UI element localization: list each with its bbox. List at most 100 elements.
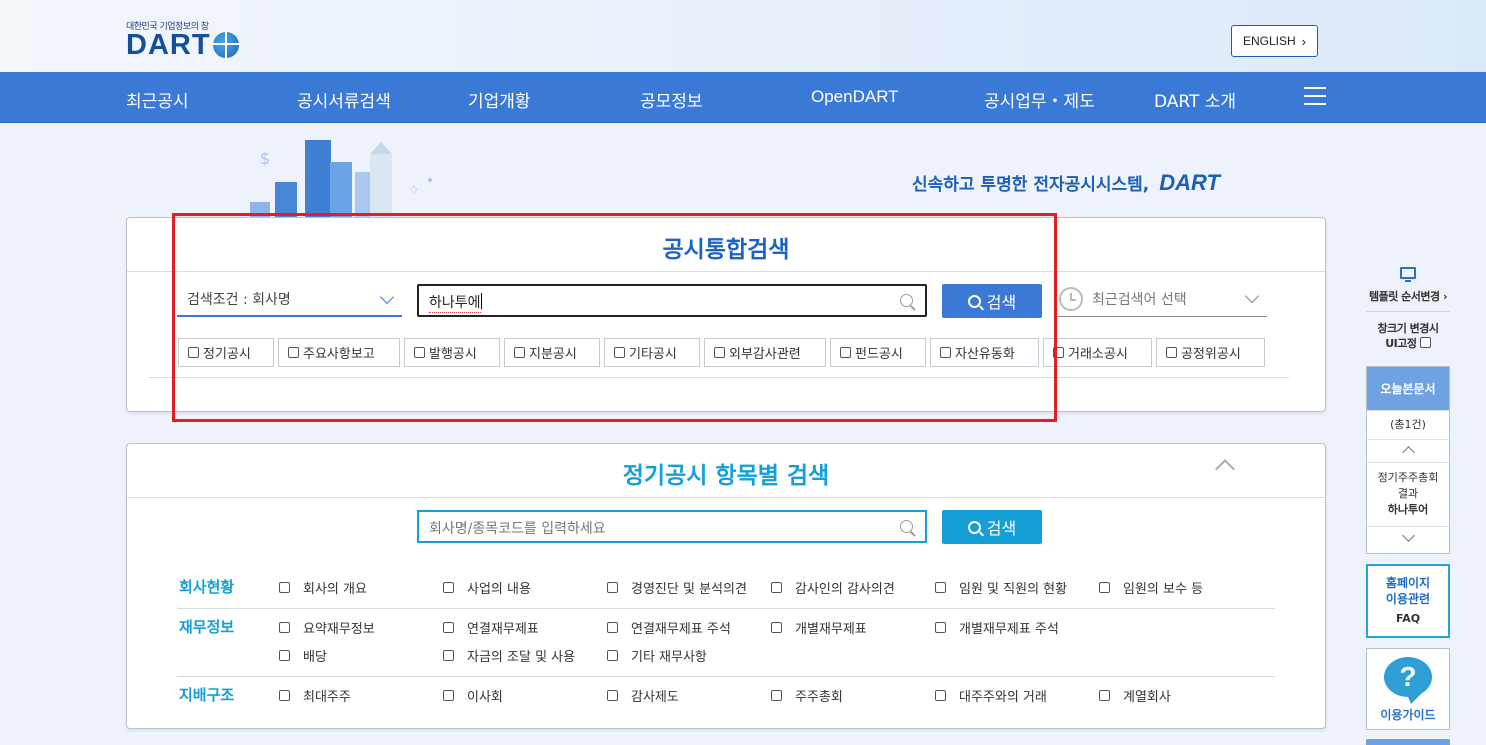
checkbox[interactable] <box>1166 347 1177 358</box>
chevron-down-icon <box>1401 529 1415 542</box>
option-company-overview[interactable]: 회사의 개요 <box>279 578 367 597</box>
recent-doc-item[interactable]: 정기주주총회 결과 하나투어 <box>1367 462 1449 526</box>
ui-fix-toggle[interactable]: 창크기 변경시 UI고정 <box>1366 321 1450 351</box>
svg-text:$: $ <box>260 149 270 168</box>
english-label: ENGLISH <box>1242 34 1296 48</box>
panel-divider <box>127 497 1325 498</box>
checkbox[interactable] <box>771 582 782 593</box>
periodic-search-button[interactable]: 검색 <box>942 510 1042 544</box>
checkbox[interactable] <box>607 622 618 633</box>
option-label: 임원의 보수 등 <box>1123 582 1204 597</box>
checkbox[interactable] <box>935 622 946 633</box>
question-icon: ? <box>1384 657 1432 704</box>
option-label: 계열회사 <box>1123 690 1171 705</box>
hero-slogan: 신속하고 투명한 전자공시시스템, DART <box>912 170 1220 196</box>
option-label: 연결재무제표 <box>467 622 539 637</box>
checkbox[interactable] <box>443 582 454 593</box>
ui-fix-label: 창크기 변경시 <box>1377 322 1439 335</box>
checkbox[interactable] <box>279 650 290 661</box>
recent-doc-title: 결과 <box>1397 487 1419 500</box>
option-label: 경영진단 및 분석의견 <box>631 582 747 597</box>
category-governance: 지배구조 <box>179 686 235 704</box>
faq-line: 이용관련 <box>1385 592 1431 606</box>
checkbox[interactable] <box>279 582 290 593</box>
option-executive-pay[interactable]: 임원의 보수 등 <box>1099 578 1203 597</box>
checkbox[interactable] <box>771 622 782 633</box>
checkbox[interactable] <box>771 690 782 701</box>
option-auditor-opinion[interactable]: 감사인의 감사의견 <box>771 578 895 597</box>
english-button[interactable]: ENGLISH › <box>1231 25 1318 57</box>
filter-ftc[interactable]: 공정위공시 <box>1156 338 1265 367</box>
city-illustration: $ ◇ <box>250 140 432 222</box>
option-label: 최대주주 <box>303 690 351 705</box>
checkbox[interactable] <box>607 690 618 701</box>
option-label: 배당 <box>303 650 327 665</box>
recently-viewed-count: (총1건) <box>1367 410 1449 439</box>
option-separate-fs[interactable]: 개별재무제표 <box>771 618 867 637</box>
user-guide-button[interactable]: ? 이용가이드 <box>1366 648 1450 730</box>
top-header: 대한민국 기업정보의 창 DART ENGLISH › <box>0 0 1486 72</box>
dart-logo[interactable]: 대한민국 기업정보의 창 DART <box>126 19 239 60</box>
slogan-brand: DART <box>1159 170 1220 195</box>
recent-doc-title: 정기주주총회 <box>1377 471 1439 484</box>
nav-about-dart[interactable]: DART 소개 <box>1154 87 1236 112</box>
slogan-text: 신속하고 투명한 전자공시시스템, <box>912 175 1150 195</box>
option-label: 감사인의 감사의견 <box>795 582 895 597</box>
option-consolidated-fs[interactable]: 연결재무제표 <box>443 618 539 637</box>
option-major-shareholder-transactions[interactable]: 대주주와의 거래 <box>935 686 1047 705</box>
nav-offering-info[interactable]: 공모정보 <box>640 87 703 112</box>
checkbox[interactable] <box>279 690 290 701</box>
checkbox[interactable] <box>443 622 454 633</box>
nav-opendart[interactable]: OpenDART <box>811 87 899 107</box>
checkbox[interactable] <box>1419 337 1431 348</box>
option-executives-staff[interactable]: 임원 및 직원의 현황 <box>935 578 1067 597</box>
faq-button[interactable]: 홈페이지 이용관련 FAQ <box>1366 564 1450 638</box>
option-other-financial[interactable]: 기타 재무사항 <box>607 646 707 665</box>
checkbox[interactable] <box>279 622 290 633</box>
recent-search-select[interactable]: 최근검색어 선택 <box>1057 284 1267 317</box>
filter-exchange[interactable]: 거래소공시 <box>1043 338 1152 367</box>
option-largest-shareholder[interactable]: 최대주주 <box>279 686 351 705</box>
template-order-button[interactable]: 템플릿 순서변경 › <box>1366 288 1450 304</box>
checkbox[interactable] <box>1099 582 1110 593</box>
option-separate-fs-notes[interactable]: 개별재무제표 주석 <box>935 618 1059 637</box>
checkbox[interactable] <box>1099 690 1110 701</box>
checkbox[interactable] <box>443 690 454 701</box>
nav-disclosure-system[interactable]: 공시업무・제도 <box>984 87 1095 112</box>
checkbox[interactable] <box>607 650 618 661</box>
option-label: 임원 및 직원의 현황 <box>959 582 1068 597</box>
checkbox[interactable] <box>443 650 454 661</box>
checkbox[interactable] <box>935 582 946 593</box>
recently-viewed-header[interactable]: 오늘본문서 <box>1367 367 1449 410</box>
quickbar-divider <box>1366 311 1450 312</box>
option-dividend[interactable]: 배당 <box>279 646 327 665</box>
option-shareholder-meeting[interactable]: 주주총회 <box>771 686 843 705</box>
periodic-input-placeholder: 회사명/종목코드를 입력하세요 <box>429 521 606 537</box>
category-financial-info: 재무정보 <box>179 618 235 636</box>
option-board[interactable]: 이사회 <box>443 686 503 705</box>
row-divider <box>177 608 1275 609</box>
option-audit-system[interactable]: 감사제도 <box>607 686 679 705</box>
option-consolidated-fs-notes[interactable]: 연결재무제표 주석 <box>607 618 731 637</box>
scroll-up-button[interactable] <box>1367 439 1449 462</box>
hamburger-menu-icon[interactable] <box>1304 87 1326 105</box>
option-management-analysis[interactable]: 경영진단 및 분석의견 <box>607 578 747 597</box>
scroll-down-button[interactable] <box>1367 526 1449 551</box>
recent-search-placeholder: 최근검색어 선택 <box>1092 292 1187 308</box>
option-summary-financials[interactable]: 요약재무정보 <box>279 618 375 637</box>
checkbox[interactable] <box>607 582 618 593</box>
option-business-content[interactable]: 사업의 내용 <box>443 578 531 597</box>
option-label: 감사제도 <box>631 690 679 705</box>
option-funding-usage[interactable]: 자금의 조달 및 사용 <box>443 646 575 665</box>
faq-line: 홈페이지 <box>1385 576 1431 590</box>
periodic-company-input[interactable]: 회사명/종목코드를 입력하세요 <box>417 510 927 543</box>
nav-recent-disclosure[interactable]: 최근공시 <box>126 87 189 112</box>
checkbox[interactable] <box>935 690 946 701</box>
quickbar-next-item[interactable] <box>1366 739 1450 745</box>
option-affiliates[interactable]: 계열회사 <box>1099 686 1171 705</box>
option-label: 연결재무제표 주석 <box>631 622 731 637</box>
nav-company-overview[interactable]: 기업개황 <box>468 87 531 112</box>
periodic-search-title: 정기공시 항목별 검색 <box>622 463 830 489</box>
nav-document-search[interactable]: 공시서류검색 <box>297 87 391 112</box>
search-icon <box>900 520 913 533</box>
